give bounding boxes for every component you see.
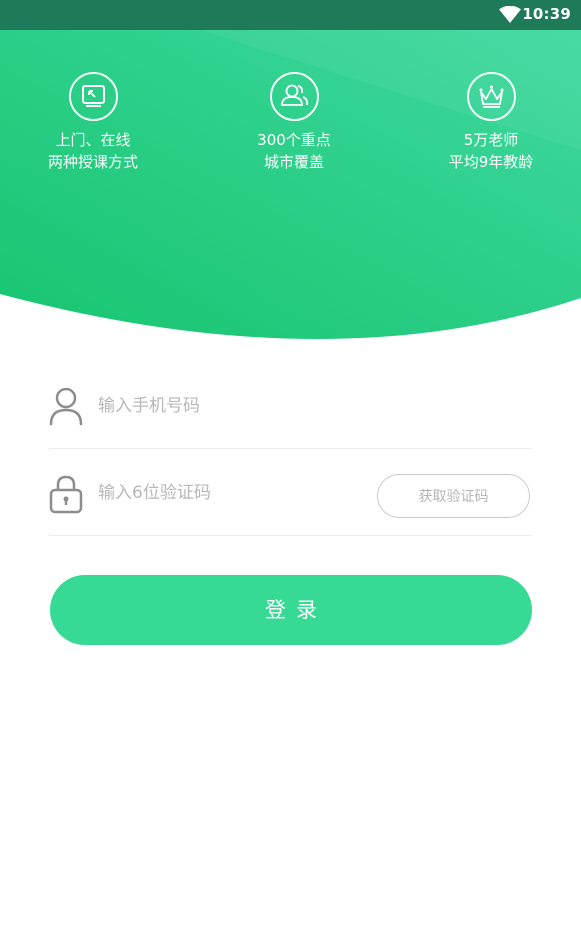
feature-line1: 上门、在线 [55, 131, 131, 149]
feature-teaching-modes: 上门、在线 两种授课方式 [8, 72, 178, 173]
status-time: 10:39 [522, 5, 571, 23]
feature-line1: 5万老师 [463, 131, 519, 149]
phone-input[interactable] [96, 388, 360, 424]
lock-icon [49, 475, 83, 514]
feature-line2: 两种授课方式 [47, 153, 138, 171]
feature-city-coverage: 300个重点 城市覆盖 [209, 72, 379, 173]
phone-row [49, 362, 532, 449]
feature-line2: 城市覆盖 [263, 153, 324, 171]
feature-teachers: 5万老师 平均9年教龄 [406, 72, 576, 173]
users-icon [269, 72, 319, 121]
wifi-icon [499, 6, 521, 23]
feature-line1: 300个重点 [257, 131, 331, 149]
status-bar: 10:39 [0, 0, 581, 30]
user-icon [49, 387, 83, 426]
feature-line2: 平均9年教龄 [448, 153, 534, 171]
verification-code-input[interactable] [96, 475, 360, 511]
hero-banner: 上门、在线 两种授课方式 300个重点 城市覆盖 5万老师 平均9年教龄 [0, 30, 581, 340]
crown-icon [466, 72, 516, 121]
code-row: 获取验证码 [49, 449, 532, 536]
screen-icon [68, 72, 118, 121]
login-button[interactable]: 登录 [50, 575, 532, 645]
get-code-button[interactable]: 获取验证码 [377, 474, 530, 518]
